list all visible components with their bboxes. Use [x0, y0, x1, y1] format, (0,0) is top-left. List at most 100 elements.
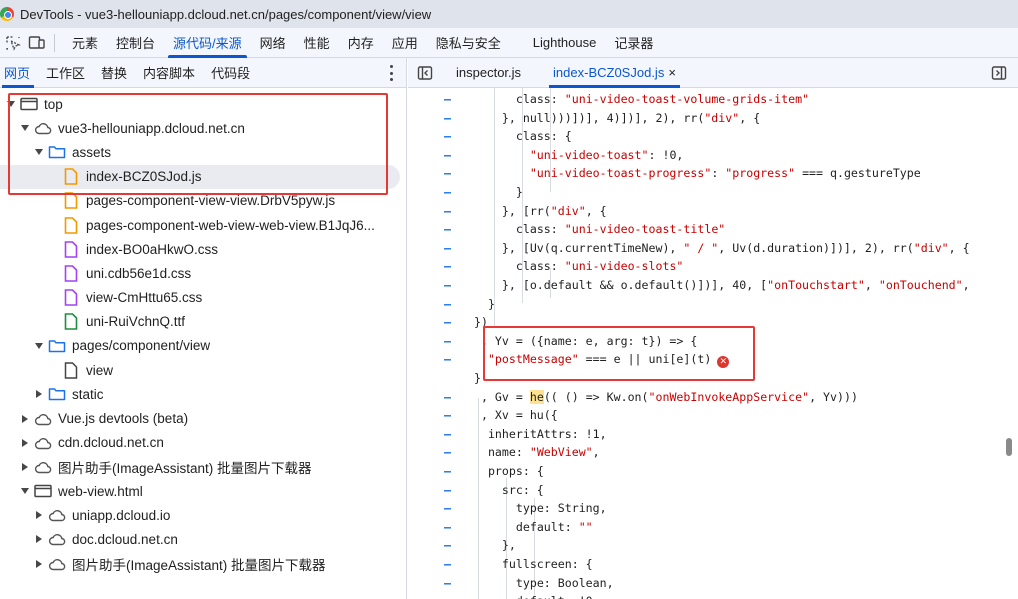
close-tab-icon[interactable]: ×: [668, 65, 676, 80]
code-token: }, [Uv(q.currentTimeNew),: [501, 240, 684, 255]
css-file-icon: [62, 289, 80, 307]
tab-4[interactable]: 性能: [295, 28, 339, 58]
tab-7[interactable]: 隐私与安全: [427, 28, 510, 58]
collapsed-arrow-icon[interactable]: [18, 460, 32, 474]
navigator-tab-4[interactable]: 代码段: [203, 58, 258, 88]
js-file-icon: [62, 192, 80, 210]
code-text: }, [o.default && o.default()])], 40, ["o…: [502, 276, 970, 295]
editor-tab-0[interactable]: inspector.js: [448, 58, 529, 88]
tree-item[interactable]: static: [0, 382, 406, 406]
cloud-icon: [48, 506, 66, 524]
collapsed-arrow-icon[interactable]: [32, 508, 46, 522]
expanded-arrow-icon[interactable]: [4, 97, 18, 111]
code-token: src: {: [501, 482, 544, 497]
tree-item[interactable]: cdn.dcloud.net.cn: [0, 431, 406, 455]
inspect-element-icon[interactable]: [2, 32, 24, 54]
code-token: === e || uni[e](t): [578, 352, 712, 367]
collapsed-arrow-icon[interactable]: [32, 387, 46, 401]
editor-tab-label: index-BCZ0SJod.js: [553, 65, 665, 80]
gutter-marker: –: [444, 240, 451, 255]
code-token: }: [515, 185, 523, 199]
code-line: – fullscreen: {: [408, 555, 1003, 574]
cloud-icon: [48, 555, 66, 573]
collapsed-arrow-icon[interactable]: [18, 436, 32, 450]
editor-tab-1[interactable]: index-BCZ0SJod.js ×: [545, 58, 684, 88]
code-text: default: "": [516, 518, 593, 537]
code-token: , Gv =: [480, 389, 530, 404]
tree-item[interactable]: pages-component-web-view-web-view.B1JqJ6…: [0, 213, 406, 237]
navigator-tab-0[interactable]: 网页: [0, 58, 38, 88]
code-line: – name: "WebView",: [408, 443, 1003, 462]
more-options-icon[interactable]: [390, 65, 394, 81]
tree-item[interactable]: pages/component/view: [0, 334, 406, 358]
expanded-arrow-icon[interactable]: [18, 121, 32, 135]
tree-item[interactable]: assets: [0, 140, 406, 164]
tab-3[interactable]: 网络: [251, 28, 295, 58]
navigator-tab-3[interactable]: 内容脚本: [135, 58, 203, 88]
tab-8[interactable]: Lighthouse: [524, 28, 606, 58]
collapsed-arrow-icon[interactable]: [32, 532, 46, 546]
tree-item[interactable]: pages-component-view-view.DrbV5pyw.js: [0, 189, 406, 213]
tree-item-label: doc.dcloud.net.cn: [72, 531, 178, 547]
tree-item[interactable]: web-view.html: [0, 479, 406, 503]
devtools-main-toolbar: 元素 控制台 源代码/来源 网络 性能 内存 应用 隐私与安全 Lighthouse 记录器: [0, 28, 1018, 58]
tree-item[interactable]: uni.cdb56e1d.css: [0, 261, 406, 285]
collapsed-arrow-icon[interactable]: [32, 557, 46, 571]
expanded-arrow-icon[interactable]: [18, 484, 32, 498]
toggle-debugger-icon[interactable]: [988, 62, 1010, 84]
tab-0[interactable]: 元素: [63, 28, 107, 58]
cloud-icon: [34, 458, 52, 476]
editor-tab-label: inspector.js: [456, 65, 522, 80]
tree-item[interactable]: 图片助手(ImageAssistant) 批量图片下载器: [0, 455, 406, 479]
navigator-tab-1[interactable]: 工作区: [38, 58, 93, 88]
gutter-marker: –: [444, 147, 451, 162]
tree-item[interactable]: view: [0, 358, 406, 382]
code-line: – class: "uni-video-slots": [408, 257, 1003, 276]
navigator-tab-2[interactable]: 替换: [93, 58, 135, 88]
code-token: type: Boolean,: [515, 575, 614, 590]
tab-9[interactable]: 记录器: [605, 28, 662, 58]
highlighted-token: he: [529, 389, 544, 404]
font-file-icon: [62, 313, 80, 331]
tree-item[interactable]: index-BCZ0SJod.js: [0, 164, 400, 189]
toggle-navigator-icon[interactable]: [414, 62, 436, 84]
expanded-arrow-icon[interactable]: [32, 145, 46, 159]
code-text: default: !0: [516, 592, 593, 599]
tree-item[interactable]: vue3-hellouniapp.dcloud.net.cn: [0, 116, 406, 140]
tab-5[interactable]: 内存: [339, 28, 383, 58]
tree-item[interactable]: 图片助手(ImageAssistant) 批量图片下载器: [0, 552, 406, 576]
code-line: – , Xv = hu({: [408, 406, 1003, 425]
gutter-marker: –: [444, 538, 451, 553]
tree-item[interactable]: uni-RuiVchnQ.ttf: [0, 310, 406, 334]
frame-icon: [20, 95, 38, 113]
tree-item[interactable]: top: [0, 92, 406, 116]
string-token: "div": [704, 110, 740, 125]
code-token: },: [501, 538, 516, 553]
string-token: "onWebInvokeAppService": [648, 389, 810, 404]
tree-item-label: Vue.js devtools (beta): [58, 411, 189, 427]
gutter-marker: –: [444, 222, 451, 237]
code-editor[interactable]: – class: "uni-video-toast-volume-grids-it…: [408, 88, 1018, 599]
tab-6[interactable]: 应用: [383, 28, 427, 58]
tab-2[interactable]: 源代码/来源: [164, 28, 251, 58]
code-token: type: String,: [515, 501, 607, 516]
collapsed-arrow-icon[interactable]: [18, 412, 32, 426]
tree-item[interactable]: uniapp.dcloud.io: [0, 503, 406, 527]
error-icon[interactable]: ✕: [717, 356, 730, 369]
expanded-arrow-icon[interactable]: [32, 339, 46, 353]
tree-item[interactable]: doc.dcloud.net.cn: [0, 527, 406, 551]
code-text: name: "WebView",: [488, 443, 600, 462]
tab-1[interactable]: 控制台: [107, 28, 164, 58]
device-toolbar-icon[interactable]: [26, 32, 48, 54]
folder-icon: [48, 385, 66, 403]
code-text: , Gv = he(( () => Kw.on("onWebInvokeAppS…: [481, 388, 858, 407]
editor-scrollbar-thumb[interactable]: [1006, 438, 1012, 456]
tree-item[interactable]: index-BO0aHkwO.css: [0, 237, 406, 261]
string-token: "WebView": [529, 445, 593, 460]
tree-item[interactable]: view-CmHttu65.css: [0, 286, 406, 310]
folder-icon: [48, 143, 66, 161]
gutter-marker: –: [444, 129, 451, 144]
code-text: inheritAttrs: !1,: [488, 425, 607, 444]
tree-item[interactable]: Vue.js devtools (beta): [0, 406, 406, 430]
